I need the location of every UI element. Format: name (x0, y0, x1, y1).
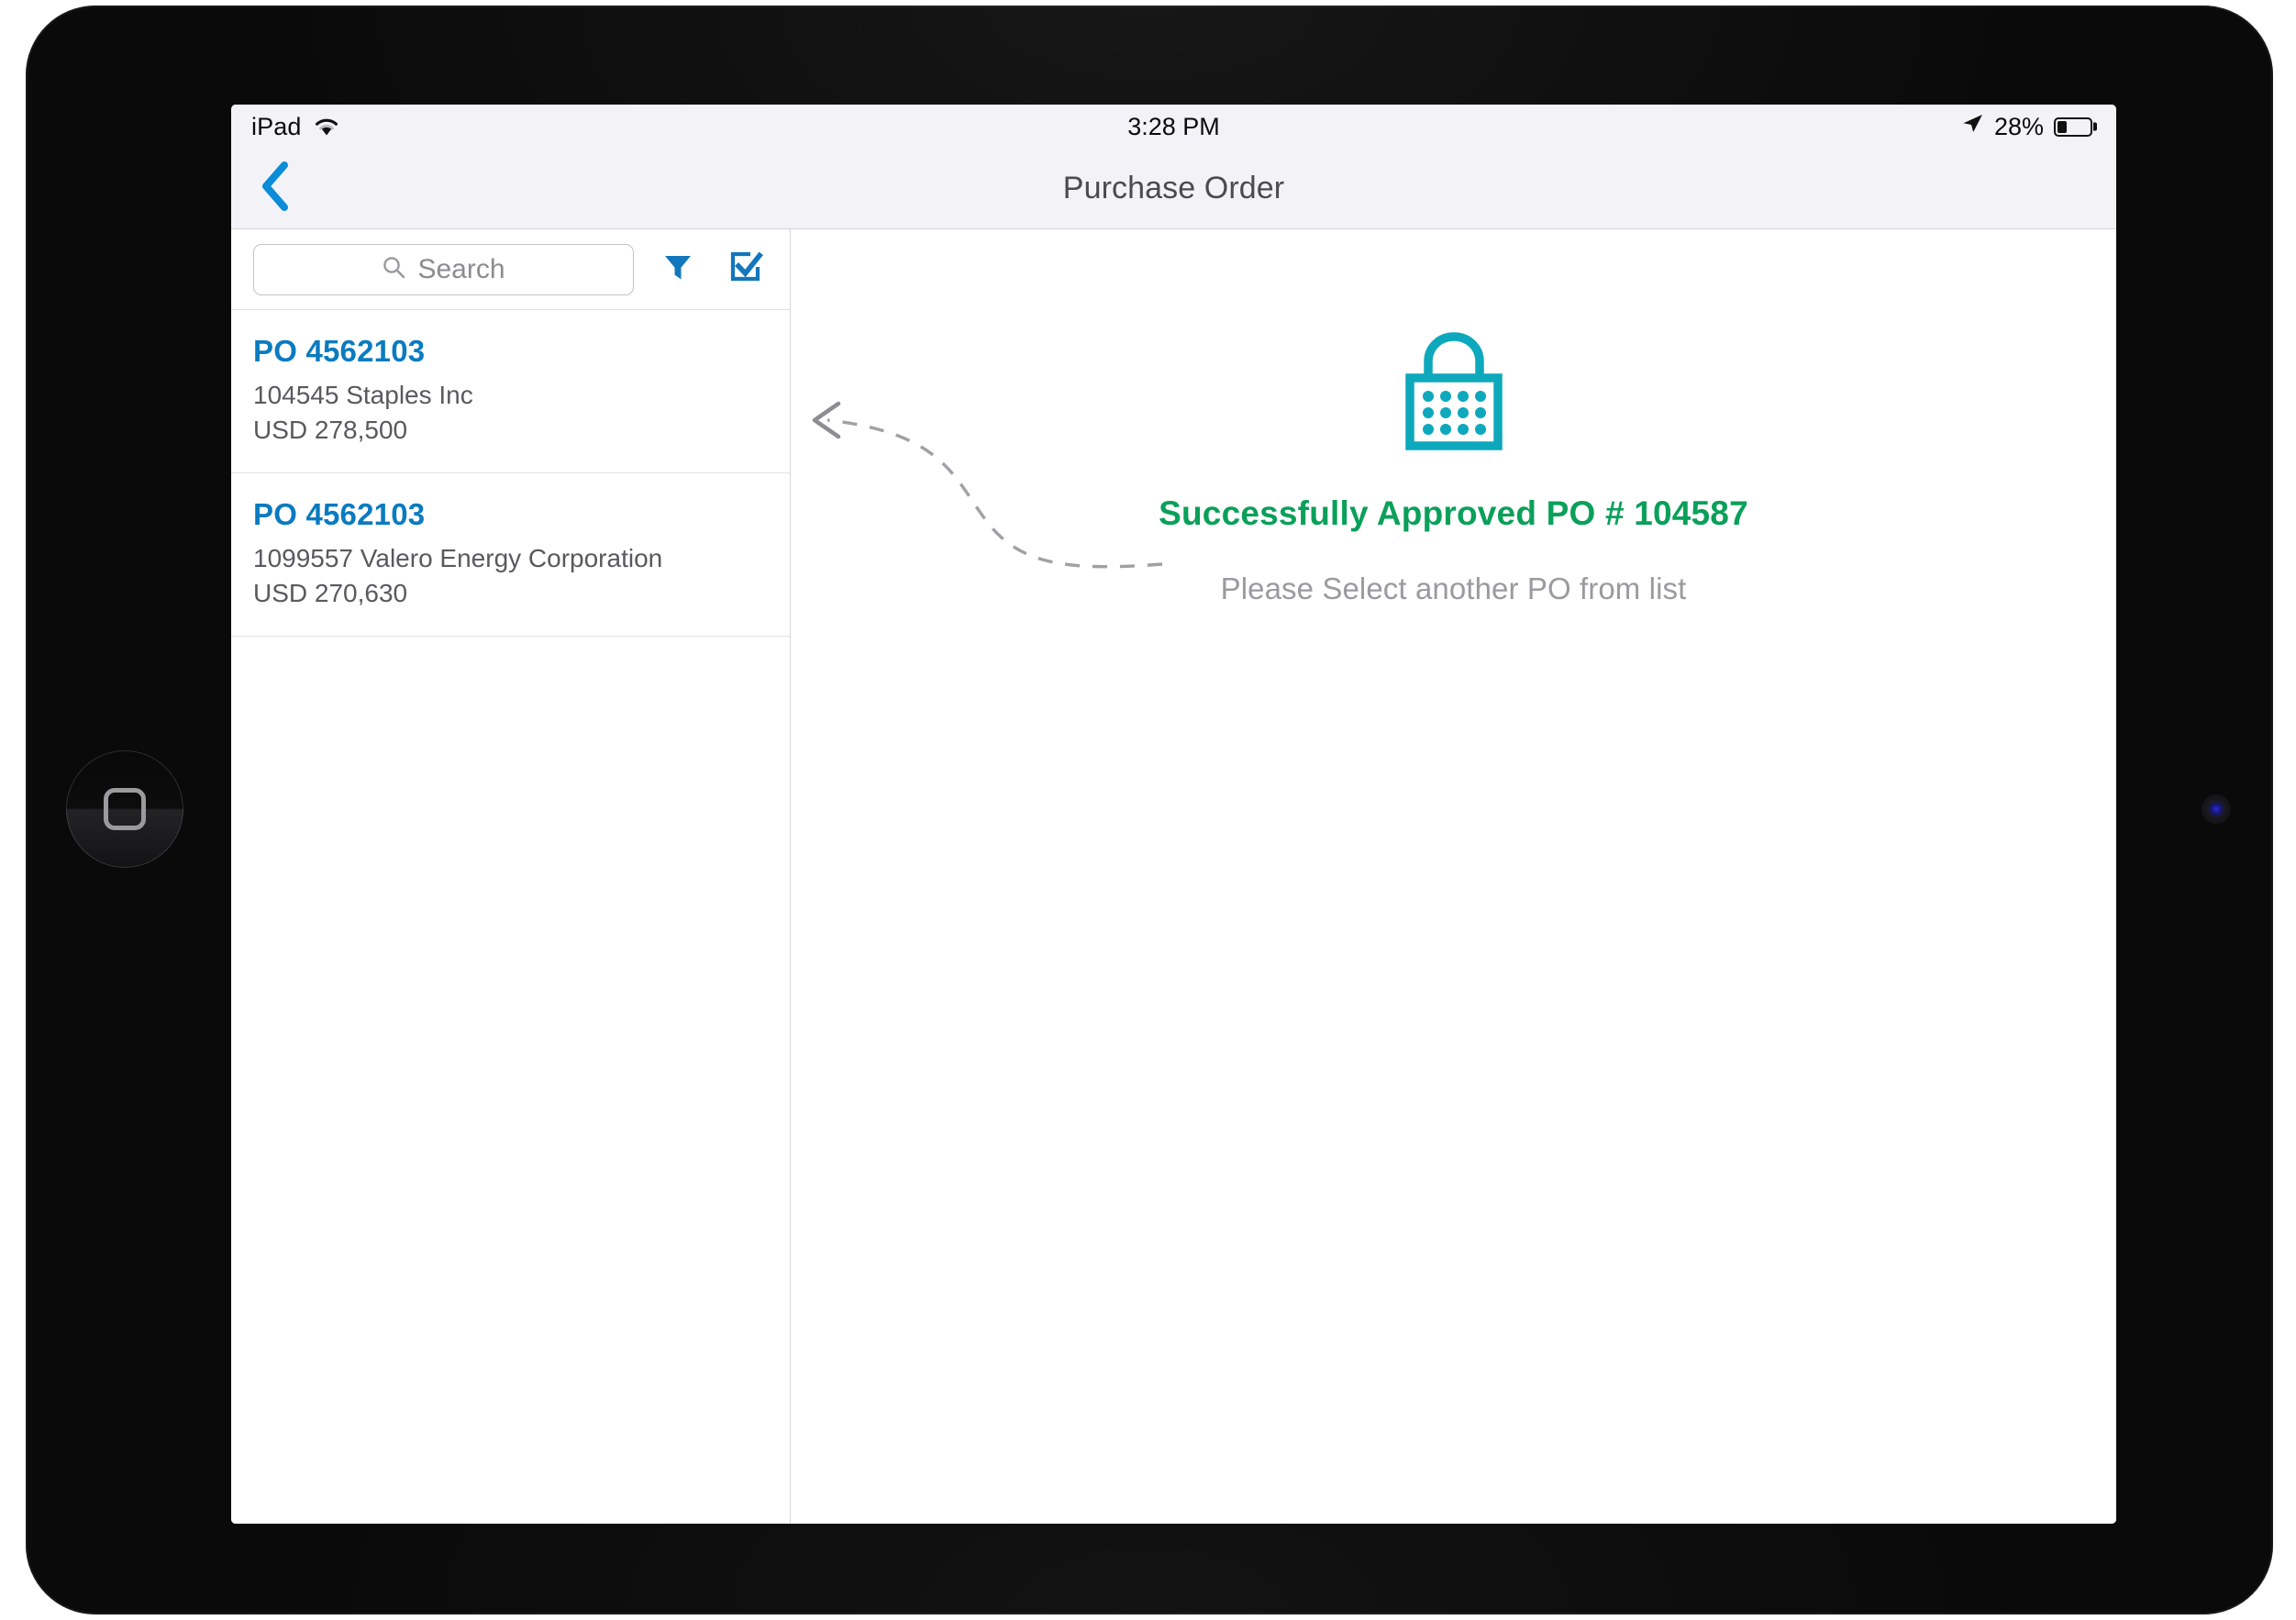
chevron-left-icon (260, 161, 291, 216)
home-button-icon[interactable] (66, 750, 183, 868)
wifi-icon (313, 117, 340, 137)
location-arrow-icon (1960, 112, 1984, 142)
filter-funnel-icon (661, 250, 694, 288)
po-amount: USD 270,630 (253, 579, 408, 607)
po-list-panel: Search PO 4562103 104545 Staples Inc USD… (231, 229, 791, 1524)
empty-state: Successfully Approved PO # 104587 Please… (791, 332, 2116, 606)
po-detail-panel: Successfully Approved PO # 104587 Please… (791, 229, 2116, 1524)
filter-button[interactable] (654, 244, 702, 295)
battery-percent-label: 28% (1993, 112, 2044, 140)
battery-icon (2054, 117, 2092, 137)
list-item[interactable]: PO 4562103 104545 Staples Inc USD 278,50… (231, 310, 790, 473)
success-message: Successfully Approved PO # 104587 (1159, 494, 1748, 532)
page-title: Purchase Order (1062, 171, 1285, 205)
nav-bar: Purchase Order (231, 149, 2116, 229)
home-button-square-glyph (104, 788, 146, 830)
po-vendor: 104545 Staples Inc (253, 381, 473, 409)
po-list[interactable]: PO 4562103 104545 Staples Inc USD 278,50… (231, 310, 790, 1524)
lock-icon (1398, 332, 1510, 456)
search-input[interactable]: Search (253, 243, 634, 295)
hint-message: Please Select another PO from list (1220, 571, 1687, 605)
status-bar-right: 28% (1960, 112, 2092, 142)
ipad-screen: iPad 3:28 PM 28% Purchase Order Search P… (231, 105, 2116, 1524)
po-id: PO 4562103 (253, 497, 426, 531)
battery-level-fill (2058, 120, 2067, 133)
search-toolbar: Search (231, 229, 790, 310)
po-amount: USD 278,500 (253, 416, 408, 444)
content-area: Search PO 4562103 104545 Staples Inc USD… (231, 229, 2116, 1524)
status-device-name: iPad (251, 112, 302, 140)
status-time: 3:28 PM (1127, 112, 1220, 140)
list-item[interactable]: PO 4562103 1099557 Valero Energy Corpora… (231, 473, 790, 637)
po-vendor: 1099557 Valero Energy Corporation (253, 544, 663, 572)
back-button[interactable] (231, 149, 319, 229)
checkbox-check-icon (727, 249, 764, 290)
status-bar-left: iPad (251, 113, 340, 141)
ipad-device-frame: iPad 3:28 PM 28% Purchase Order Search P… (26, 6, 2273, 1614)
select-mode-button[interactable] (722, 244, 770, 295)
search-placeholder: Search (417, 253, 505, 284)
search-icon (382, 255, 406, 284)
front-camera-icon (2202, 794, 2231, 824)
po-id: PO 4562103 (253, 334, 426, 368)
status-bar: iPad 3:28 PM 28% (231, 105, 2116, 149)
